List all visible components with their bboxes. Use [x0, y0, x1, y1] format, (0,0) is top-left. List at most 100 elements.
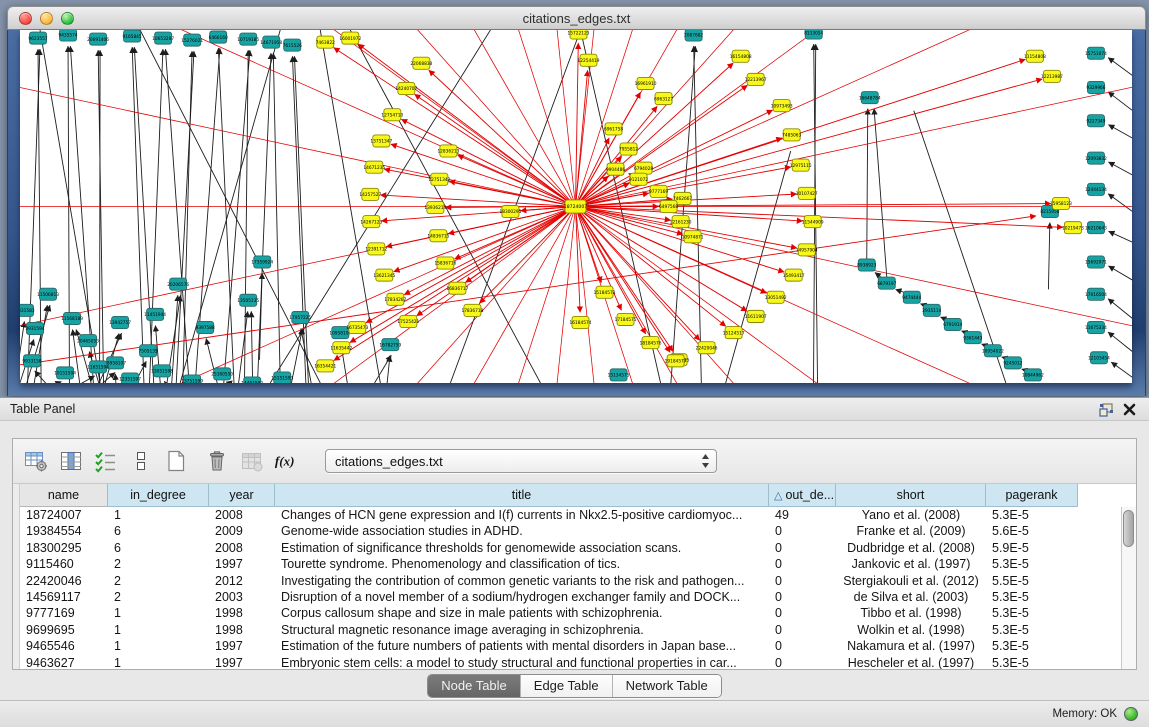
network-node[interactable]: 3931594	[25, 322, 44, 334]
network-node[interactable]: 15276021	[181, 34, 203, 46]
network-node[interactable]: 22420046	[696, 342, 718, 354]
network-node[interactable]: 7463822	[316, 36, 335, 48]
network-node[interactable]: 14451592	[241, 377, 263, 383]
network-node[interactable]: 12391712	[365, 243, 387, 255]
float-window-icon[interactable]	[1097, 401, 1115, 419]
network-window-titlebar[interactable]: citations_edges.txt	[7, 6, 1146, 30]
network-node[interactable]: 16001972	[339, 32, 361, 44]
network-node[interactable]: 17836718	[461, 304, 483, 316]
network-node[interactable]: 12836213	[437, 145, 459, 157]
network-node[interactable]: 18300295	[500, 205, 522, 217]
network-node[interactable]: 16354421	[314, 360, 336, 372]
column-header-short[interactable]: short	[836, 484, 986, 507]
network-node[interactable]: 2087682	[684, 30, 703, 41]
network-node[interactable]: 9474444	[902, 291, 921, 303]
network-node[interactable]: 10107427	[796, 187, 818, 199]
network-node[interactable]: 9227349	[1086, 115, 1105, 127]
network-node[interactable]: 16735473	[346, 321, 368, 333]
network-node[interactable]: 16648784	[859, 92, 881, 104]
network-node[interactable]: 14836715	[427, 230, 449, 242]
network-node[interactable]: 17957225	[289, 311, 311, 323]
network-node[interactable]: 6466160	[209, 31, 228, 43]
network-node[interactable]: 9933158	[22, 355, 41, 367]
table-row[interactable]: 969969511998Structural magnetic resonanc…	[20, 622, 1120, 638]
network-node[interactable]: 15958123	[1050, 197, 1072, 209]
table-row[interactable]: 1938455462009Genome-wide association stu…	[20, 523, 1120, 539]
column-header-year[interactable]: year	[209, 484, 275, 507]
column-header-name[interactable]: name	[20, 484, 108, 507]
network-node[interactable]: 6879197	[877, 277, 896, 289]
network-node[interactable]: 25160550	[211, 368, 233, 380]
network-node[interactable]: 15151593	[271, 372, 293, 383]
network-node[interactable]: 12254419	[578, 54, 600, 66]
network-node[interactable]: 20465053	[77, 335, 99, 347]
function-builder-icon[interactable]: f(x)	[274, 448, 300, 474]
vertical-scrollbar[interactable]	[1121, 507, 1136, 669]
show-columns-icon[interactable]	[58, 448, 84, 474]
network-node[interactable]: 9329966	[1086, 81, 1105, 93]
network-node[interactable]: 16154808	[730, 50, 752, 62]
network-node[interactable]: 6794028	[634, 162, 653, 174]
network-node[interactable]: 6791914	[943, 318, 962, 330]
tab-network-table[interactable]: Network Table	[612, 675, 721, 697]
network-node[interactable]: 7955812	[619, 143, 638, 155]
create-column-icon[interactable]	[163, 448, 189, 474]
network-node[interactable]: 14267123	[360, 216, 382, 228]
network-node[interactable]: 12351597	[119, 373, 141, 383]
network-node[interactable]: 13051598	[151, 365, 173, 377]
network-node[interactable]: 12751342	[428, 173, 450, 185]
network-node[interactable]: 15836716	[434, 257, 456, 269]
column-header-pagerank[interactable]: pagerank	[986, 484, 1078, 507]
network-node[interactable]: 16836717	[446, 282, 468, 294]
network-node[interactable]: 18724007	[564, 200, 587, 213]
network-node[interactable]: 15493417	[783, 269, 805, 281]
table-row[interactable]: 946362711997Embryonic stem cells: a mode…	[20, 655, 1120, 669]
network-node[interactable]: 17359924	[251, 256, 273, 268]
network-node[interactable]: 15134575	[608, 369, 630, 381]
delete-column-icon[interactable]	[204, 448, 230, 474]
network-node[interactable]: 12444134	[1085, 183, 1107, 195]
network-node[interactable]: 7615526	[283, 39, 302, 51]
network-node[interactable]: 9165845	[123, 30, 142, 42]
network-node[interactable]: 10653287	[152, 32, 174, 44]
table-options-icon[interactable]	[23, 448, 49, 474]
network-node[interactable]: 13751347	[370, 135, 392, 147]
network-node[interactable]: 14257527	[359, 188, 381, 200]
network-node[interactable]: 2935114	[922, 304, 941, 316]
network-node[interactable]: 11675334	[1085, 321, 1107, 333]
column-header-in-degree[interactable]: in_degree	[108, 484, 209, 507]
network-node[interactable]: 12975115	[790, 159, 812, 171]
network-node[interactable]: 9904486	[606, 163, 625, 175]
network-node[interactable]: 11154808	[1024, 50, 1046, 62]
network-node[interactable]: 12754710	[381, 109, 403, 121]
memory-status-indicator[interactable]	[1124, 707, 1138, 721]
network-node[interactable]: 13051492	[765, 291, 787, 303]
network-node[interactable]: 10151594	[54, 367, 76, 379]
tab-edge-table[interactable]: Edge Table	[520, 675, 612, 697]
network-node[interactable]: 11611907	[745, 310, 767, 322]
network-node[interactable]: 17525421	[397, 315, 419, 327]
network-node[interactable]: 9331583	[20, 304, 35, 316]
network-node[interactable]: 10719185	[237, 33, 259, 45]
network-node[interactable]: 9245012	[1003, 357, 1022, 369]
network-node[interactable]: 11506813	[37, 288, 59, 300]
network-node[interactable]: 6963127	[654, 93, 673, 105]
network-node[interactable]: 15751074	[1085, 47, 1107, 59]
column-header-title[interactable]: title	[275, 484, 769, 507]
network-node[interactable]: 10844962	[1022, 369, 1044, 381]
network-node[interactable]: 17834267	[384, 293, 406, 305]
network-node[interactable]: 10219473	[1062, 222, 1084, 234]
network-node[interactable]: 19184577	[665, 355, 687, 367]
select-all-rows-icon[interactable]	[93, 448, 119, 474]
table-row[interactable]: 2242004622012Investigating the contribut…	[20, 573, 1120, 589]
network-node[interactable]: 15124517	[723, 327, 745, 339]
network-node[interactable]: 18184576	[640, 337, 662, 349]
network-node[interactable]: 11544909	[802, 216, 824, 228]
network-node[interactable]: 6961758	[604, 123, 623, 135]
network-node[interactable]: 12213987	[1041, 70, 1063, 82]
network-node[interactable]: 14957904	[796, 244, 818, 256]
network-node[interactable]: 12093832	[1085, 152, 1107, 164]
network-node[interactable]: 9397588	[196, 321, 215, 333]
table-row[interactable]: 946554611997Estimation of the future num…	[20, 638, 1120, 654]
network-node[interactable]: 6497568	[659, 200, 678, 212]
